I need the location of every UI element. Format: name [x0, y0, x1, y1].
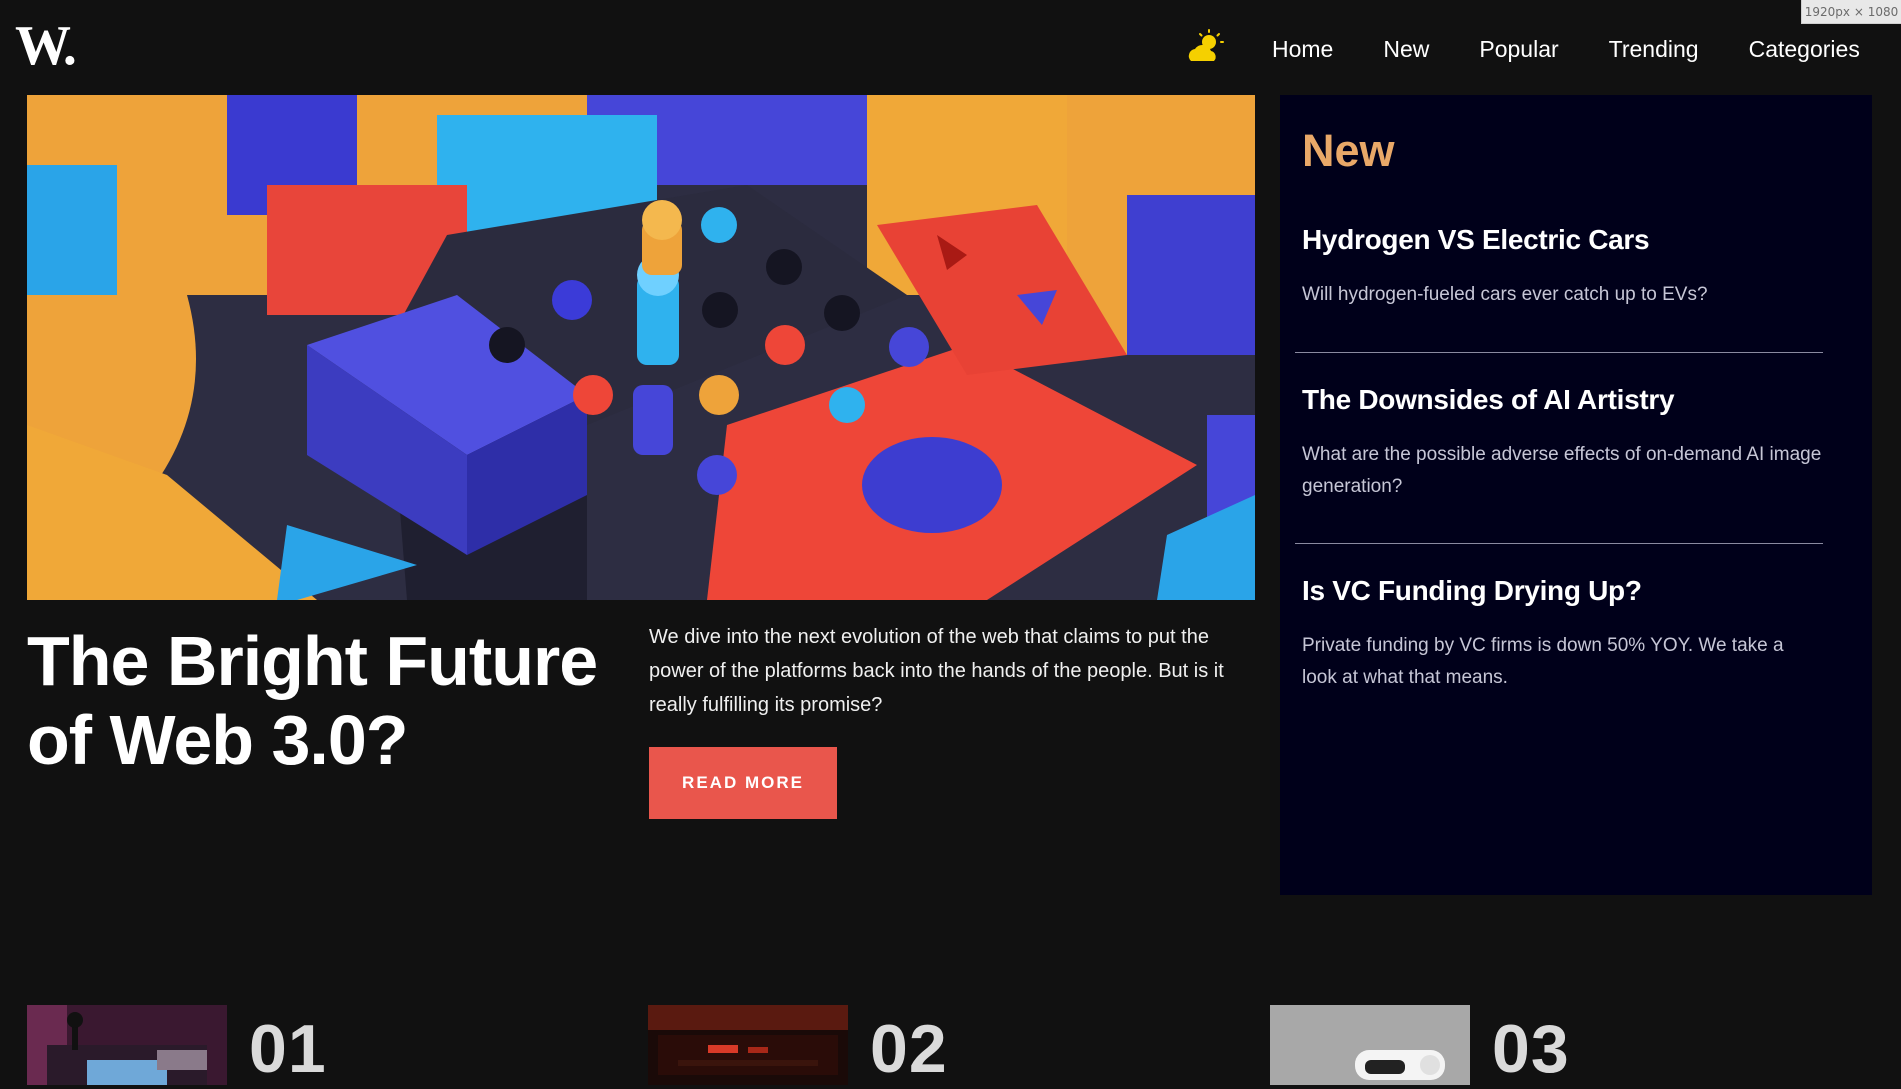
read-more-button[interactable]: READ MORE — [649, 747, 837, 819]
nav-home[interactable]: Home — [1272, 32, 1333, 66]
hero-title: The Bright Future of Web 3.0? — [27, 622, 598, 779]
new-articles-panel: New Hydrogen VS Electric Cars Will hydro… — [1280, 95, 1872, 895]
new-article-summary: Will hydrogen-fueled cars ever catch up … — [1302, 284, 1708, 305]
new-article-summary: Private funding by VC firms is down 50% … — [1302, 635, 1784, 688]
new-article-title[interactable]: Is VC Funding Drying Up? — [1302, 574, 1822, 608]
site-header: W. Home New Popular Trending Categories — [0, 0, 1901, 95]
card-number: 03 — [1492, 1011, 1570, 1087]
main-nav: Home New Popular Trending Categories — [1272, 32, 1860, 66]
viewport-size-badge: 1920px × 1080 — [1801, 0, 1901, 24]
hero-description: We dive into the next evolution of the w… — [649, 626, 1224, 716]
retro-arcade-joystick-image — [27, 1005, 227, 1085]
article-card[interactable]: 01 — [27, 1005, 627, 1087]
abstract-3d-blocks-image — [27, 95, 1255, 600]
new-article-title[interactable]: Hydrogen VS Electric Cars — [1302, 223, 1822, 257]
nav-categories[interactable]: Categories — [1749, 32, 1860, 66]
nav-trending[interactable]: Trending — [1609, 32, 1699, 66]
nav-new[interactable]: New — [1383, 32, 1429, 66]
sun-cloud-icon[interactable] — [1185, 28, 1225, 68]
card-number: 02 — [870, 1011, 948, 1087]
article-card[interactable]: 02 — [648, 1005, 1248, 1087]
card-number: 01 — [249, 1011, 327, 1087]
new-article-item[interactable]: The Downsides of AI Artistry What are th… — [1302, 383, 1822, 503]
new-section-heading: New — [1302, 125, 1395, 176]
site-logo[interactable]: W. — [15, 18, 77, 74]
new-article-title[interactable]: The Downsides of AI Artistry — [1302, 383, 1822, 417]
divider — [1295, 543, 1823, 544]
dark-keyboard-image — [648, 1005, 848, 1085]
divider — [1295, 352, 1823, 353]
new-article-summary: What are the possible adverse effects of… — [1302, 444, 1822, 497]
white-vr-headset-image — [1270, 1005, 1470, 1085]
article-card[interactable]: 03 — [1270, 1005, 1870, 1087]
nav-popular[interactable]: Popular — [1479, 32, 1558, 66]
new-article-item[interactable]: Hydrogen VS Electric Cars Will hydrogen-… — [1302, 223, 1822, 311]
new-article-item[interactable]: Is VC Funding Drying Up? Private funding… — [1302, 574, 1822, 694]
